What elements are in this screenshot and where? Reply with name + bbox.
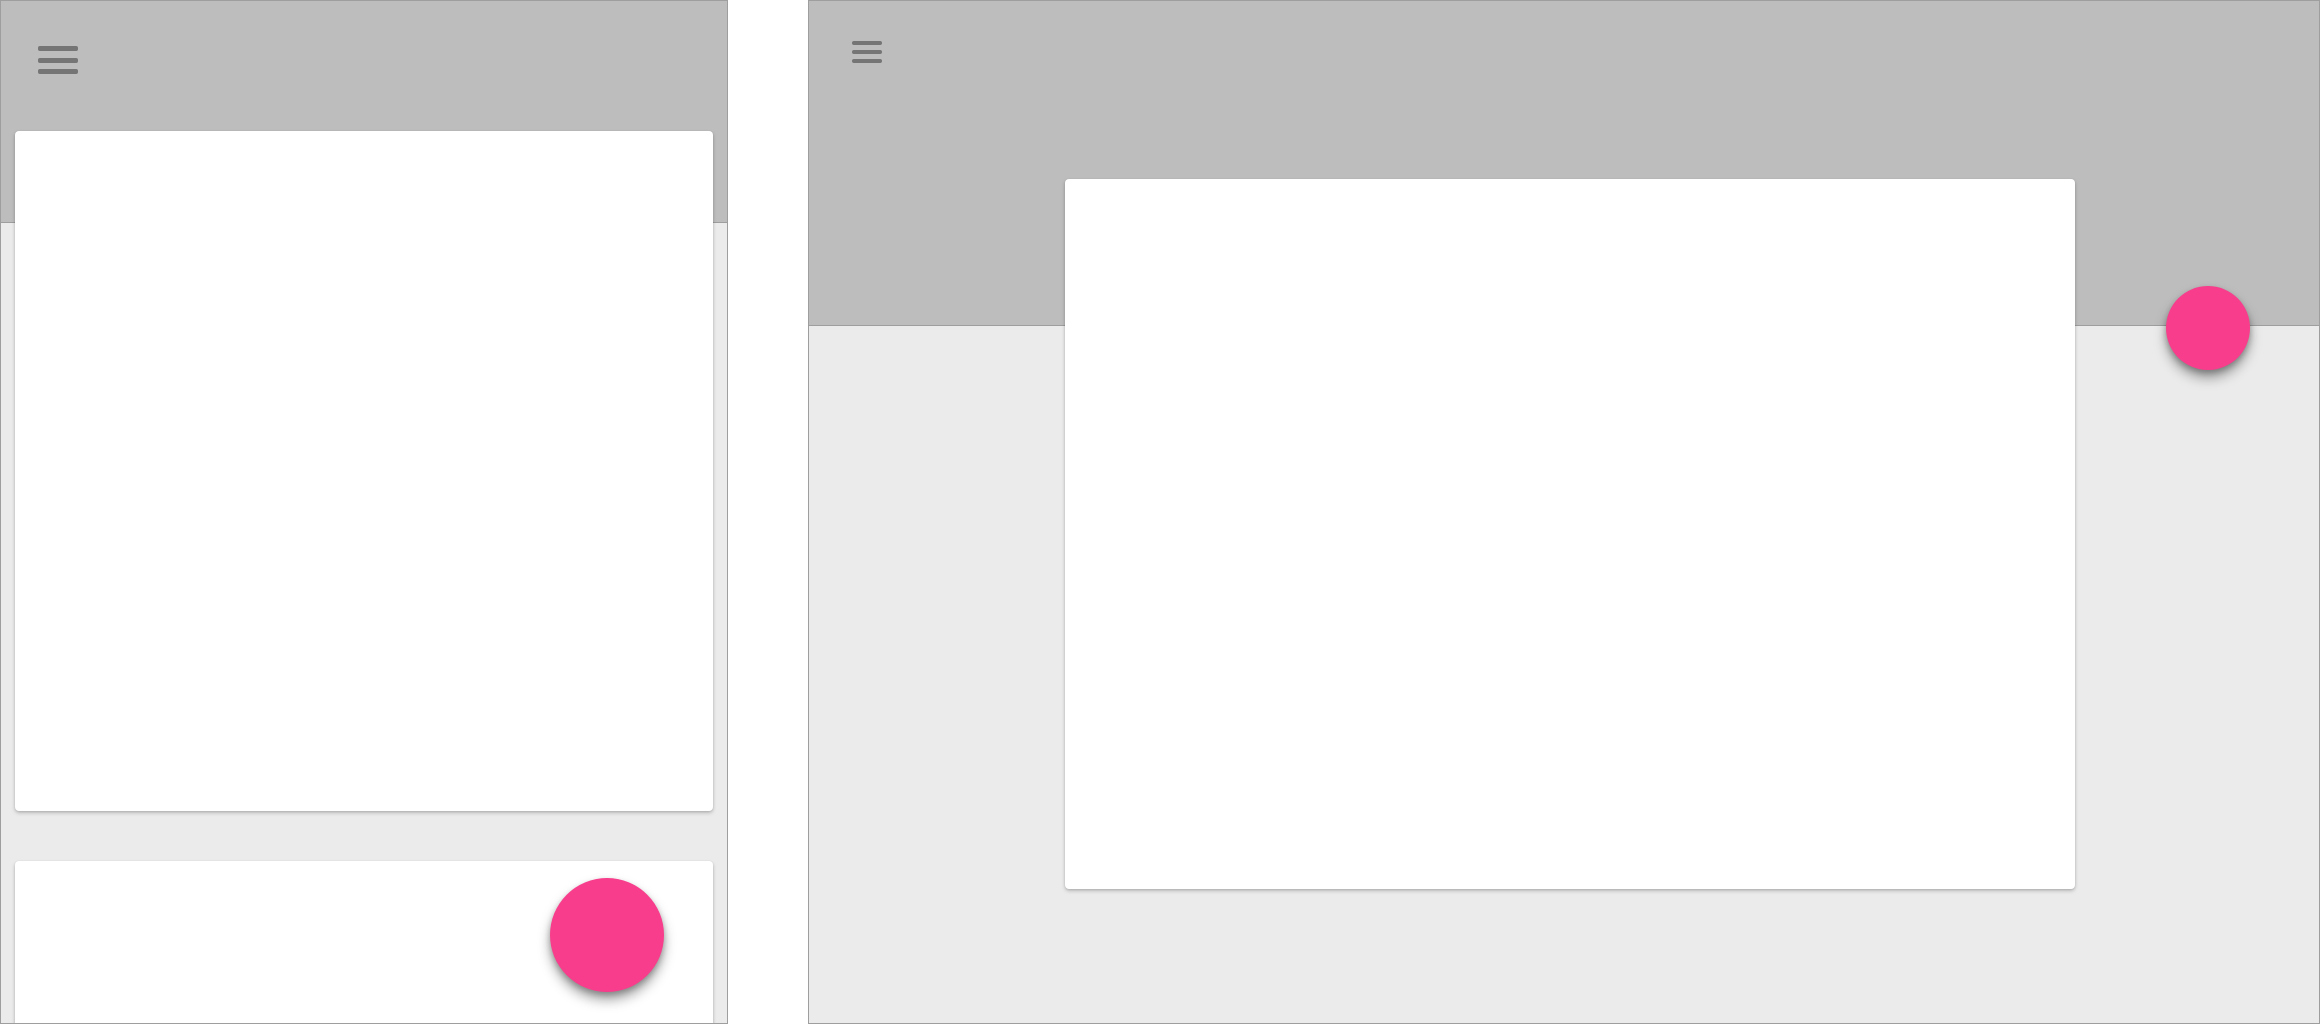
menu-bar	[38, 58, 78, 63]
menu-bar	[852, 59, 882, 63]
menu-icon[interactable]	[38, 46, 78, 74]
menu-bar	[852, 41, 882, 45]
mobile-device-frame	[0, 0, 728, 1024]
menu-icon[interactable]	[852, 41, 882, 63]
menu-bar	[38, 46, 78, 51]
menu-bar	[852, 50, 882, 54]
content-card[interactable]	[1065, 179, 2075, 889]
menu-bar	[38, 69, 78, 74]
floating-action-button[interactable]	[550, 878, 664, 992]
desktop-device-frame	[808, 0, 2320, 1024]
floating-action-button[interactable]	[2166, 286, 2250, 370]
content-card[interactable]	[15, 131, 713, 811]
